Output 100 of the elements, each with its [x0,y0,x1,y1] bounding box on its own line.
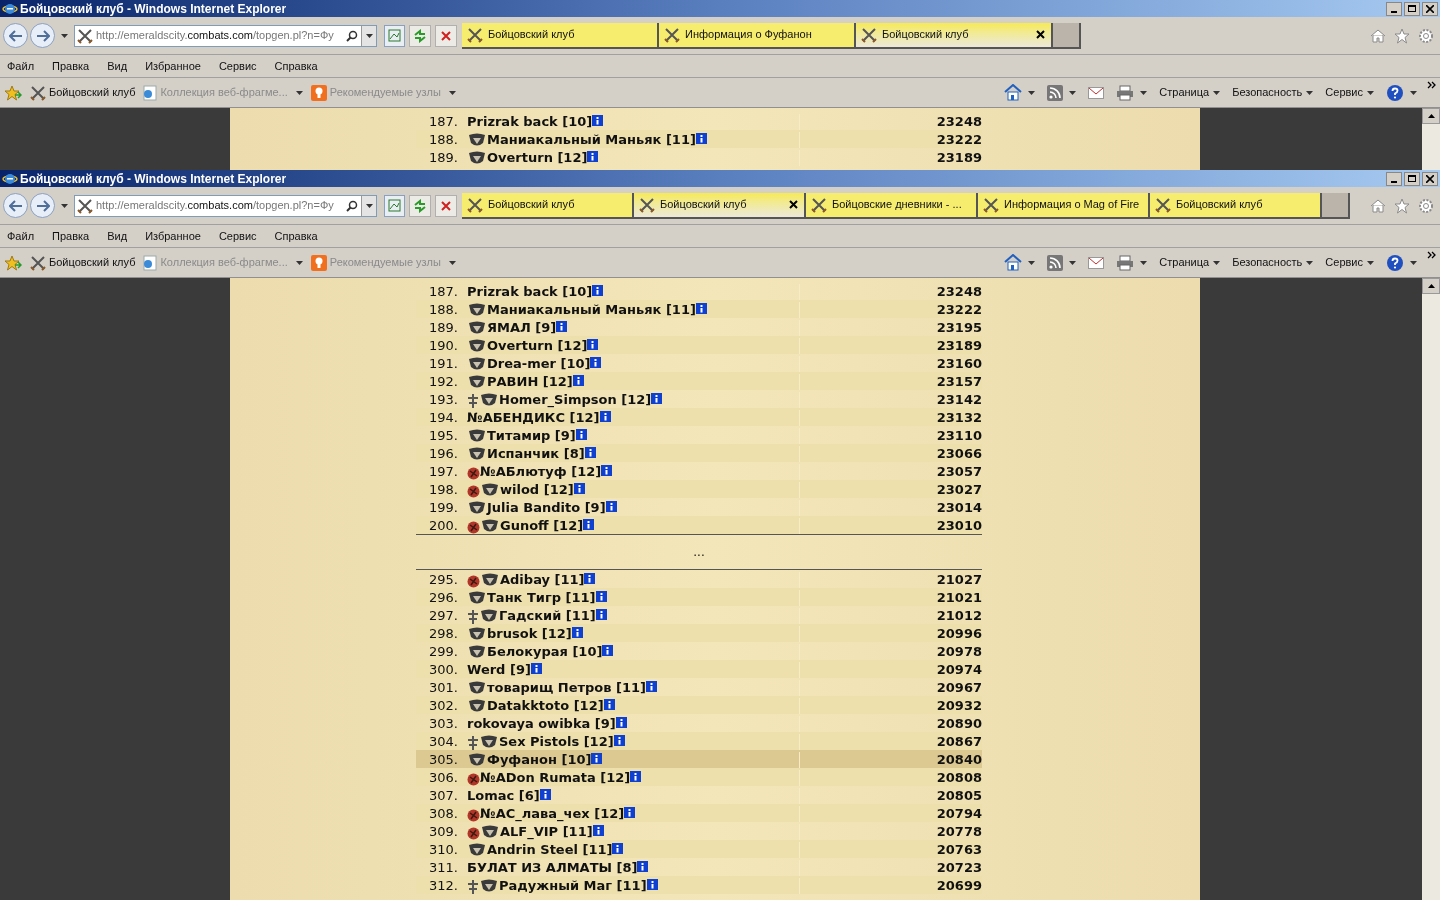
player-name[interactable]: ALF_VIP [11] [500,824,593,840]
favorites-link[interactable]: Бойцовский клуб [30,254,136,271]
favorites-star-icon[interactable] [4,254,22,271]
info-icon[interactable] [592,115,604,126]
player-name[interactable]: Фуфанон [10] [487,752,592,768]
player-name[interactable]: РАВИН [12] [487,374,573,390]
menu-item[interactable]: Файл [7,227,35,245]
info-icon[interactable] [605,501,617,512]
player-name[interactable]: Sex Pistols [12] [499,734,614,750]
mail-icon[interactable] [1088,86,1105,99]
menu-item[interactable]: Вид [107,57,128,75]
player-name[interactable]: Белокурая [10] [487,644,603,660]
home-icon[interactable] [1370,27,1386,44]
info-icon[interactable] [615,717,627,728]
player-name[interactable]: Datakktoto [12] [487,698,604,714]
player-name[interactable]: Prizrak back [10] [467,114,593,130]
player-name[interactable]: ЯМАЛ [9] [487,320,557,336]
info-icon[interactable] [646,879,658,890]
compatibility-button[interactable] [384,194,405,217]
info-icon[interactable] [595,591,607,602]
player-name[interactable]: rokovaya owibka [9] [467,716,616,732]
minimize-button[interactable] [1386,1,1402,16]
settings-icon[interactable] [1418,27,1434,44]
close-tab-icon[interactable] [789,200,798,209]
info-icon[interactable] [630,771,642,782]
back-button[interactable] [3,23,28,48]
info-icon[interactable] [571,627,583,638]
info-icon[interactable] [530,663,542,674]
player-name[interactable]: Homer_Simpson [12] [499,392,652,408]
command-menu-button[interactable]: Безопасность [1232,84,1314,101]
scroll-up-icon[interactable] [1427,114,1435,118]
scroll-up-icon[interactable] [1427,284,1435,288]
player-name[interactable]: Lomac [6] [467,788,540,804]
menu-item[interactable]: Файл [7,57,35,75]
feed-icon[interactable] [1047,84,1064,101]
settings-icon[interactable] [1418,197,1434,214]
menu-item[interactable]: Сервис [218,57,257,75]
close-button[interactable] [1422,171,1438,186]
scrollbar[interactable] [1422,278,1440,900]
player-name[interactable]: Prizrak back [10] [467,284,593,300]
player-name[interactable]: Gunoff [12] [500,518,584,534]
info-icon[interactable] [637,861,649,872]
help-icon[interactable] [1386,83,1404,102]
player-name[interactable]: Испанчик [8] [487,446,585,462]
command-menu-button[interactable]: Сервис [1325,84,1374,101]
player-name[interactable]: Overturn [12] [487,338,588,354]
feed-icon[interactable] [1047,254,1064,271]
player-name[interactable]: Julia Bandito [9] [487,500,606,516]
info-icon[interactable] [573,483,585,494]
menu-item[interactable]: Справка [274,227,318,245]
menu-item[interactable]: Избранное [145,57,201,75]
player-name[interactable]: wilod [12] [500,482,574,498]
command-menu-button[interactable]: Страница [1159,84,1221,101]
player-name[interactable]: №AC_лава_чех [12] [480,806,625,822]
browser-tab[interactable]: Бойцовский клуб [1150,192,1322,219]
print-icon[interactable] [1116,84,1135,101]
info-icon[interactable] [599,411,611,422]
compatibility-button[interactable] [384,24,405,47]
browser-tab[interactable]: Информация о Mag of Fire [978,192,1150,219]
player-name[interactable]: Werd [9] [467,662,531,678]
forward-button[interactable] [30,23,55,48]
player-name[interactable]: brusok [12] [487,626,572,642]
info-icon[interactable] [624,807,636,818]
player-name[interactable]: Танк Тигр [11] [487,590,596,606]
menu-item[interactable]: Сервис [218,227,257,245]
player-name[interactable]: №АБЕНДИКС [12] [467,410,600,426]
browser-tab[interactable]: Бойцовские дневники - ... [806,192,978,219]
close-tab-icon[interactable] [1036,30,1045,39]
refresh-button[interactable] [409,194,431,217]
address-field[interactable]: http://emeraldscity.combats.com/topgen.pl?n=Фу [74,24,377,47]
home-icon[interactable] [1004,84,1023,101]
info-icon[interactable] [584,573,596,584]
info-icon[interactable] [613,735,625,746]
info-icon[interactable] [572,375,584,386]
browser-tab[interactable]: Информация о Фуфанон [659,22,856,49]
info-icon[interactable] [695,133,707,144]
info-icon[interactable] [595,609,607,620]
player-name[interactable]: №ADon Rumata [12] [480,770,631,786]
player-name[interactable]: Drea-mer [10] [487,356,591,372]
browser-tab[interactable]: Бойцовский клуб [462,192,634,219]
browser-tab[interactable]: Бойцовский клуб [856,22,1053,49]
info-icon[interactable] [603,699,615,710]
info-icon[interactable] [612,843,624,854]
player-name[interactable]: Титамир [9] [487,428,576,444]
back-button[interactable] [3,193,28,218]
help-icon[interactable] [1386,253,1404,272]
player-name[interactable]: Гадский [11] [499,608,596,624]
home-icon[interactable] [1004,254,1023,271]
player-name[interactable]: Adibay [11] [500,572,585,588]
star-icon[interactable] [1394,27,1410,44]
stop-button[interactable] [435,194,457,217]
command-menu-button[interactable]: Безопасность [1232,254,1314,271]
info-icon[interactable] [695,303,707,314]
print-icon[interactable] [1116,254,1135,271]
info-icon[interactable] [583,519,595,530]
info-icon[interactable] [591,753,603,764]
info-icon[interactable] [592,285,604,296]
new-tab-button[interactable] [1053,22,1081,49]
browser-tab[interactable]: Бойцовский клуб [462,22,659,49]
command-menu-button[interactable]: Страница [1159,254,1221,271]
